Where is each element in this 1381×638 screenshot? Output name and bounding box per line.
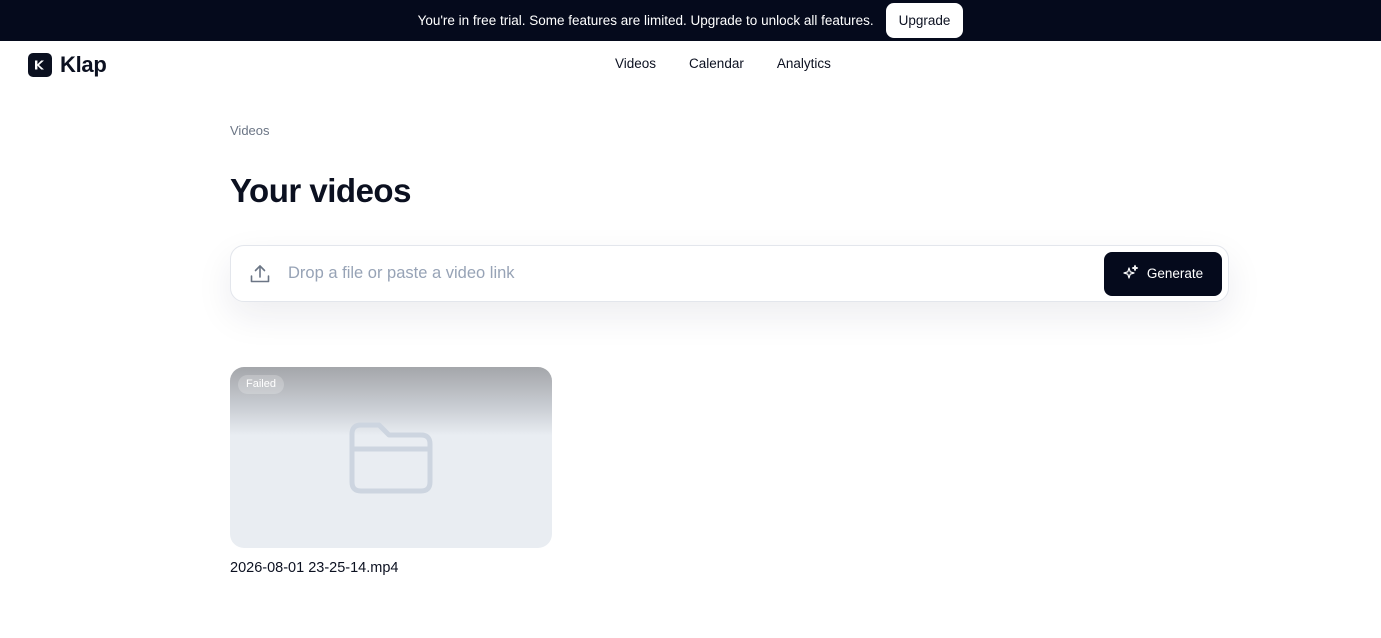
folder-icon [349, 422, 433, 494]
klap-logo-icon [28, 53, 52, 77]
nav-item-calendar[interactable]: Calendar [689, 56, 744, 71]
status-badge: Failed [238, 375, 284, 394]
trial-message: You're in free trial. Some features are … [417, 13, 874, 28]
nav-item-videos[interactable]: Videos [615, 56, 656, 71]
page-title: Your videos [230, 172, 411, 209]
brand-name: Klap [60, 52, 107, 77]
generate-label: Generate [1146, 266, 1204, 281]
video-card[interactable]: Failed 2026-08-01 23-25-14.mp4 [230, 367, 552, 576]
generate-button[interactable]: Generate [1104, 251, 1222, 296]
upgrade-button[interactable]: Upgrade [885, 3, 964, 38]
main-nav: Videos Calendar Analytics [615, 56, 864, 71]
breadcrumb: Videos [230, 123, 270, 138]
upload-icon[interactable] [248, 262, 272, 286]
brand-logo[interactable]: Klap [28, 52, 107, 78]
upload-bar: Generate [230, 245, 1229, 302]
nav-item-analytics[interactable]: Analytics [777, 56, 831, 71]
sparkle-icon [1123, 264, 1139, 283]
video-filename: 2026-08-01 23-25-14.mp4 [230, 560, 399, 576]
video-thumbnail[interactable]: Failed [230, 367, 552, 548]
trial-banner: You're in free trial. Some features are … [0, 0, 1381, 41]
video-link-input[interactable] [288, 253, 1104, 294]
